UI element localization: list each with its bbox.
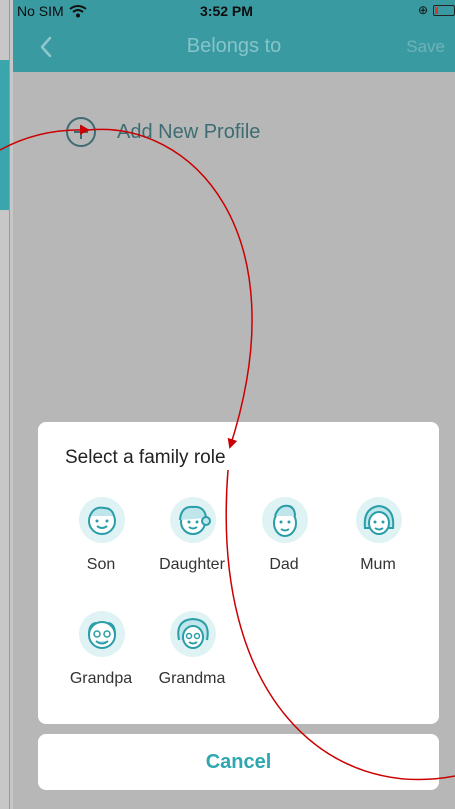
wifi-icon bbox=[69, 4, 87, 21]
screen: No SIM 3:52 PM ⊕ Belongs to Save Add New… bbox=[0, 0, 455, 809]
carrier-label: No SIM bbox=[17, 3, 64, 19]
cancel-label: Cancel bbox=[205, 751, 272, 773]
role-grandpa[interactable]: Grandpa bbox=[56, 610, 146, 720]
role-label: Son bbox=[86, 556, 116, 573]
previous-view-accent bbox=[0, 60, 9, 210]
son-face-icon bbox=[78, 496, 126, 544]
save-button[interactable]: Save bbox=[406, 37, 445, 57]
clock-time: 3:52 PM bbox=[200, 3, 253, 19]
sheet-title: Select a family role bbox=[65, 447, 226, 468]
daughter-face-icon bbox=[169, 496, 217, 544]
role-label: Mum bbox=[360, 556, 396, 573]
role-label: Grandpa bbox=[69, 670, 133, 687]
role-grandma[interactable]: Grandma bbox=[147, 610, 237, 720]
previous-view-divider bbox=[9, 0, 10, 809]
role-mum[interactable]: Mum bbox=[333, 496, 423, 606]
navigation-bar: Belongs to Save bbox=[13, 22, 455, 72]
family-role-sheet: Select a family role Son Daughter Dad Mu… bbox=[38, 422, 439, 724]
mum-face-icon bbox=[355, 496, 403, 544]
cancel-button[interactable]: Cancel bbox=[38, 734, 439, 790]
role-label: Dad bbox=[269, 556, 299, 573]
status-bar: No SIM 3:52 PM ⊕ bbox=[13, 0, 455, 22]
add-new-profile-button[interactable]: Add New Profile bbox=[65, 114, 295, 154]
role-dad[interactable]: Dad bbox=[239, 496, 329, 606]
page-title: Belongs to bbox=[186, 35, 282, 57]
role-daughter[interactable]: Daughter bbox=[147, 496, 237, 606]
role-label: Grandma bbox=[158, 670, 226, 687]
battery-icon bbox=[433, 5, 455, 16]
add-circle-icon bbox=[65, 116, 97, 148]
main-view: No SIM 3:52 PM ⊕ Belongs to Save Add New… bbox=[13, 0, 455, 809]
grandma-face-icon bbox=[169, 610, 217, 658]
role-son[interactable]: Son bbox=[56, 496, 146, 606]
grandpa-face-icon bbox=[78, 610, 126, 658]
previous-view-strip bbox=[0, 0, 13, 809]
rotation-lock-icon: ⊕ bbox=[418, 3, 429, 17]
add-new-profile-label: Add New Profile bbox=[117, 121, 261, 143]
dad-face-icon bbox=[261, 496, 309, 544]
role-label: Daughter bbox=[159, 556, 225, 573]
